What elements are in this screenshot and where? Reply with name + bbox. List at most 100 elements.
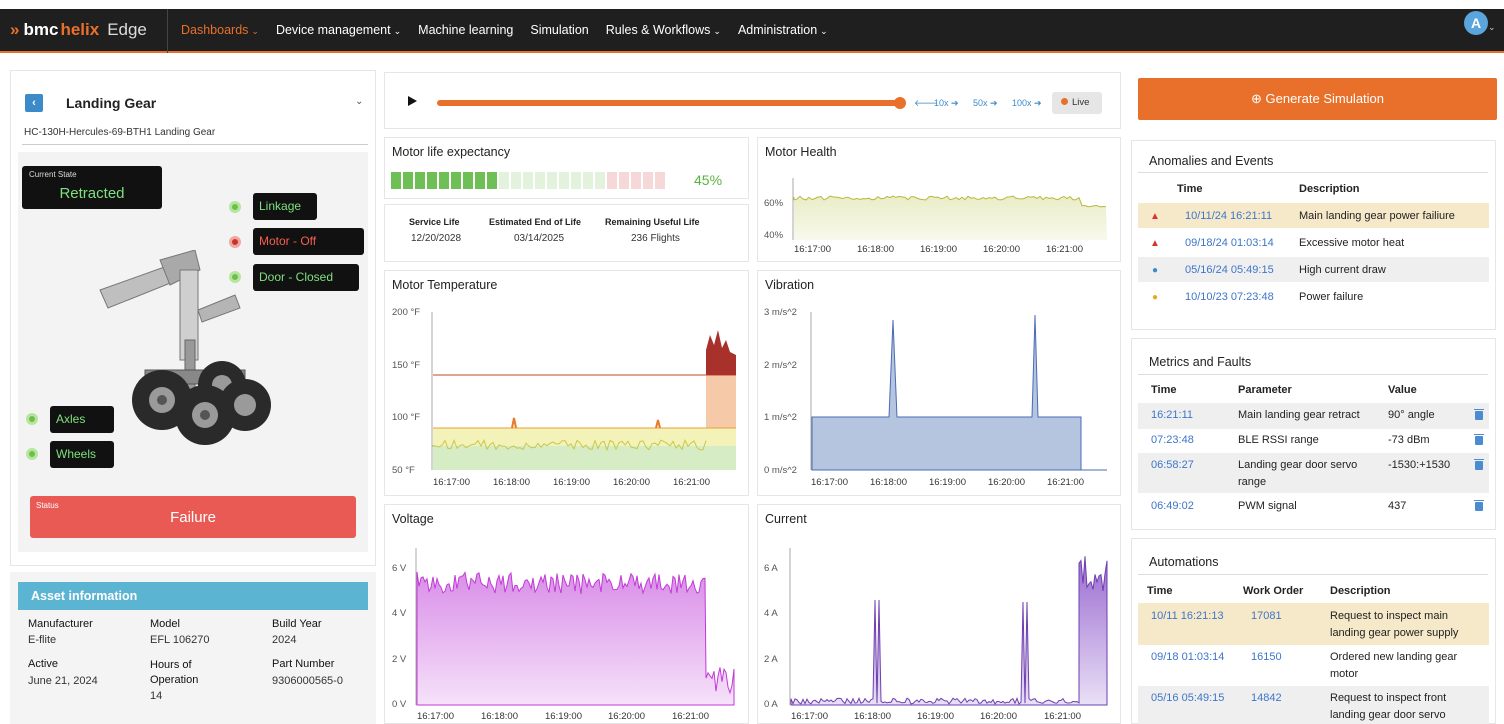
motor-life-percent: 45% — [694, 172, 723, 188]
service-life-label: Service Life — [409, 217, 460, 227]
trash-icon[interactable] — [1474, 500, 1484, 511]
door-status[interactable]: Door - Closed — [253, 264, 359, 291]
bmc-chevron-icon: » — [10, 20, 20, 39]
y-tick: 4 A — [764, 608, 778, 619]
nav-dashboards[interactable]: Dashboards ⌄ — [181, 23, 259, 37]
playback-slider-handle[interactable] — [894, 97, 906, 109]
motor-life-title: Motor life expectancy — [392, 145, 511, 159]
speed-50x-button[interactable]: 50x ➔ — [973, 98, 998, 109]
nav-device-management[interactable]: Device management ⌄ — [276, 23, 401, 37]
x-tick: 16:17:00 — [433, 477, 470, 488]
metric-value: -73 dBm — [1388, 434, 1430, 446]
chevron-down-icon[interactable]: ⌄ — [1488, 22, 1496, 33]
rul-value: 236 Flights — [631, 233, 680, 244]
main-nav: Dashboards ⌄ Device management ⌄ Machine l… — [181, 23, 845, 37]
vibration-chart — [810, 312, 1107, 471]
automation-description: Request to inspect main landing gear pow… — [1330, 610, 1459, 639]
x-tick: 16:19:00 — [929, 477, 966, 488]
metric-parameter: Main landing gear retract — [1238, 409, 1360, 421]
generate-simulation-button[interactable]: ⊕ Generate Simulation — [1138, 78, 1497, 120]
work-order-link[interactable]: 17081 — [1251, 608, 1282, 625]
event-time[interactable]: 05/16/24 05:49:15 — [1185, 262, 1274, 279]
asset-select-chevron-icon[interactable]: ⌄ — [355, 96, 363, 107]
back-button[interactable]: ‹ — [25, 94, 43, 112]
current-title: Current — [765, 512, 807, 526]
part-number-value: 9306000565-0 — [272, 675, 343, 687]
gauge-segment — [607, 172, 617, 189]
metric-value: 90° angle — [1388, 409, 1435, 421]
y-tick: 200 °F — [392, 307, 421, 318]
col-value: Value — [1388, 384, 1417, 396]
metrics-title: Metrics and Faults — [1149, 355, 1252, 369]
event-time[interactable]: 09/18/24 01:03:14 — [1185, 235, 1274, 252]
x-tick: 16:17:00 — [811, 477, 848, 488]
eol-label: Estimated End of Life — [489, 217, 582, 227]
eol-value: 03/14/2025 — [514, 233, 565, 244]
brand-logo[interactable]: » bmc helix Edge — [10, 20, 147, 40]
metric-time[interactable]: 07:23:48 — [1151, 432, 1194, 449]
add-circle-icon: ⊕ — [1250, 91, 1262, 106]
automation-time[interactable]: 10/11 16:21:13 — [1151, 608, 1224, 625]
motor-status[interactable]: Motor - Off — [253, 228, 364, 255]
brand-divider — [167, 9, 168, 53]
y-tick: 2 m/s^2 — [764, 360, 797, 371]
event-description: Excessive motor heat — [1299, 237, 1405, 249]
warning-icon: ▲ — [1150, 211, 1160, 222]
automation-time[interactable]: 09/18 01:03:14 — [1151, 649, 1224, 666]
current-state-label: Current State — [29, 170, 77, 179]
x-tick: 16:20:00 — [608, 711, 645, 722]
nav-rules-workflows[interactable]: Rules & Workflows ⌄ — [606, 23, 721, 37]
speed-10x-button[interactable]: 10x ➔ — [934, 98, 959, 109]
gauge-segment — [391, 172, 401, 189]
work-order-link[interactable]: 14842 — [1251, 690, 1282, 707]
gauge-segment — [643, 172, 653, 189]
automation-time[interactable]: 05/16 05:49:15 — [1151, 690, 1224, 707]
y-tick: 0 A — [764, 699, 778, 710]
gauge-segment — [451, 172, 461, 189]
x-tick: 16:19:00 — [917, 711, 954, 722]
gauge-segment — [631, 172, 641, 189]
top-nav-bar: » bmc helix Edge Dashboards ⌄ Device mana… — [0, 9, 1504, 53]
gauge-segment — [499, 172, 509, 189]
nav-machine-learning[interactable]: Machine learning — [418, 23, 513, 37]
metric-time[interactable]: 06:58:27 — [1151, 457, 1194, 474]
build-year-value: 2024 — [272, 634, 297, 646]
trash-icon[interactable] — [1474, 434, 1484, 445]
hours-value: 14 — [150, 690, 163, 702]
live-button[interactable]: Live — [1052, 92, 1102, 114]
info-icon: ● — [1151, 292, 1159, 303]
user-avatar[interactable]: A — [1464, 11, 1488, 35]
play-icon[interactable] — [408, 96, 417, 106]
nav-simulation[interactable]: Simulation — [530, 23, 588, 37]
metric-value: -1530:+1530 — [1388, 459, 1451, 471]
trash-icon[interactable] — [1474, 409, 1484, 420]
col-work-order: Work Order — [1243, 585, 1304, 597]
voltage-title: Voltage — [392, 512, 434, 526]
gauge-segment — [427, 172, 437, 189]
metric-time[interactable]: 06:49:02 — [1151, 498, 1194, 515]
metric-time[interactable]: 16:21:11 — [1151, 407, 1193, 424]
warning-icon: ▲ — [1150, 238, 1160, 249]
automations-title: Automations — [1149, 555, 1219, 569]
wheels-status-icon — [26, 448, 38, 460]
axles-status[interactable]: Axles — [50, 406, 114, 433]
event-time[interactable]: 10/10/23 07:23:48 — [1185, 289, 1274, 306]
x-tick: 16:18:00 — [854, 711, 891, 722]
model-value: EFL 106270 — [150, 634, 210, 646]
playback-slider[interactable] — [437, 100, 900, 106]
wheels-status[interactable]: Wheels — [50, 441, 114, 468]
x-tick: 16:21:00 — [1047, 477, 1084, 488]
trash-icon[interactable] — [1474, 459, 1484, 470]
vibration-title: Vibration — [765, 278, 815, 292]
linkage-status[interactable]: Linkage — [253, 193, 317, 220]
y-tick: 4 V — [392, 608, 407, 619]
x-tick: 16:20:00 — [988, 477, 1025, 488]
speed-100x-button[interactable]: 100x ➔ — [1012, 98, 1042, 109]
service-life-value: 12/20/2028 — [411, 233, 462, 244]
gauge-segment — [547, 172, 557, 189]
work-order-link[interactable]: 16150 — [1251, 649, 1282, 666]
nav-administration[interactable]: Administration ⌄ — [738, 23, 828, 37]
x-tick: 16:21:00 — [1046, 244, 1083, 255]
event-time[interactable]: 10/11/24 16:21:11 — [1185, 208, 1272, 225]
axles-status-icon — [26, 413, 38, 425]
